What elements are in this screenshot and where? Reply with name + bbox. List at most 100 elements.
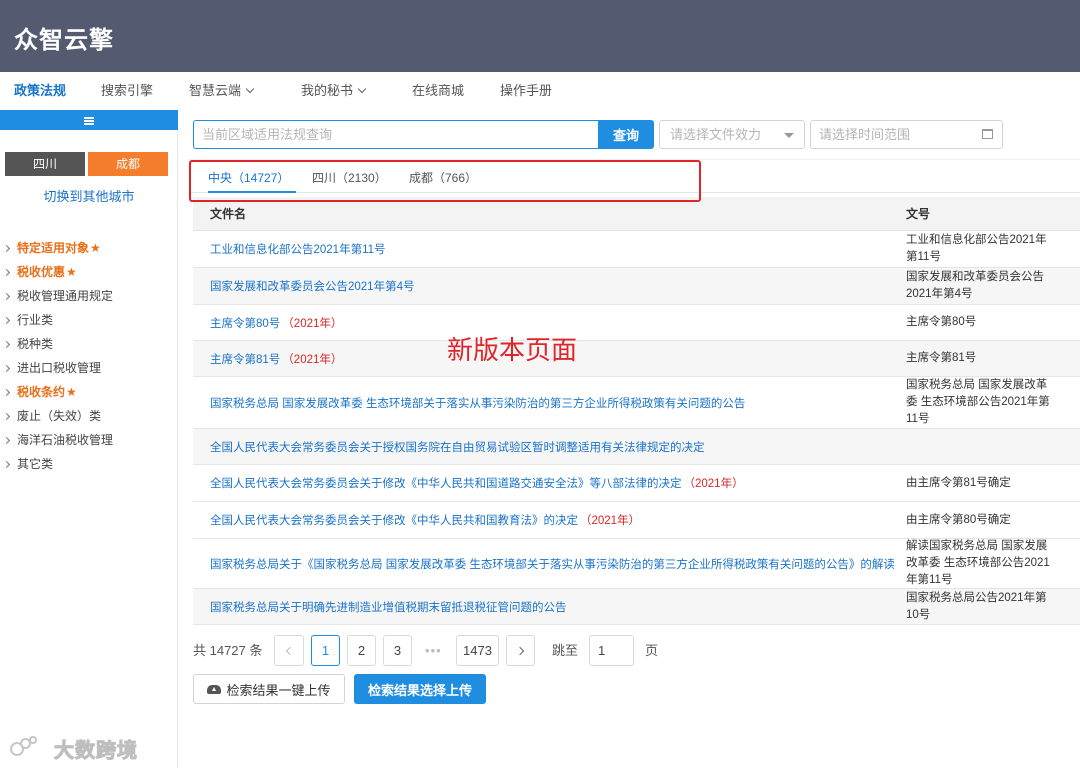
main-content: 查询 请选择文件效力 请选择时间范围 中央（14727） 四川（2130） 成都… bbox=[188, 110, 1080, 710]
file-link[interactable]: 全国人民代表大会常务委员会关于修改《中华人民共和国道路交通安全法》等八部法律的决… bbox=[210, 465, 744, 501]
category-list: 特定适用对象★ 税收优惠★ 税收管理通用规定 行业类 税种类 进出口税收管理 税… bbox=[0, 236, 113, 476]
nav-label: 我的秘书 bbox=[301, 83, 354, 98]
table-row: 国家税务总局 国家发展改革委 生态环境部关于落实从事污染防治的第三方企业所得税政… bbox=[193, 377, 1080, 429]
category-label: 海洋石油税收管理 bbox=[17, 433, 114, 447]
table-row: 国家税务总局关于《国家税务总局 国家发展改革委 生态环境部关于落实从事污染防治的… bbox=[193, 539, 1080, 589]
menu-icon bbox=[84, 117, 94, 125]
chevron-right-icon bbox=[2, 292, 11, 301]
category-label: 特定适用对象 bbox=[17, 241, 90, 255]
tab-highlight-box bbox=[189, 160, 701, 202]
chevron-right-icon bbox=[2, 460, 11, 469]
category-label: 行业类 bbox=[17, 313, 54, 327]
table-header: 文件名 文号 bbox=[193, 197, 1080, 231]
category-label: 税种类 bbox=[17, 337, 54, 351]
watermark: 大数跨境 bbox=[8, 733, 138, 763]
doc-number: 由主席令第80号确定 bbox=[906, 513, 1011, 526]
doc-number: 主席令第80号 bbox=[906, 316, 977, 328]
nav-item-smart-cloud[interactable]: 智慧云端 bbox=[189, 72, 255, 110]
category-label: 废止（失效）类 bbox=[17, 409, 102, 423]
sidebar-toggle-button[interactable] bbox=[0, 110, 178, 130]
file-link[interactable]: 国家税务总局关于《国家税务总局 国家发展改革委 生态环境部关于落实从事污染防治的… bbox=[210, 539, 895, 588]
chevron-right-icon bbox=[2, 364, 11, 373]
city-chengdu-button[interactable]: 成都 bbox=[88, 152, 168, 176]
category-label: 税收条约 bbox=[17, 385, 66, 399]
category-item[interactable]: 税收优惠★ bbox=[0, 260, 113, 284]
pagination: 共 14727 条 1 2 3 ••• 1473 跳至 页 bbox=[193, 635, 673, 666]
file-title: 主席令第80号 bbox=[210, 317, 281, 330]
time-range-picker[interactable]: 请选择时间范围 bbox=[810, 120, 1003, 149]
file-link[interactable]: 工业和信息化部公告2021年第11号 bbox=[210, 231, 386, 267]
category-label: 其它类 bbox=[17, 457, 54, 471]
doc-number: 由主席令第81号确定 bbox=[906, 476, 1011, 489]
header-doc-number: 文号 bbox=[906, 207, 931, 221]
top-header: 众智云擎 bbox=[0, 0, 1080, 72]
nav-label: 智慧云端 bbox=[189, 83, 242, 98]
category-item[interactable]: 税种类 bbox=[0, 332, 113, 356]
star-icon: ★ bbox=[66, 385, 77, 399]
star-icon: ★ bbox=[66, 265, 77, 279]
category-item[interactable]: 行业类 bbox=[0, 308, 113, 332]
switch-city-link[interactable]: 切换到其他城市 bbox=[0, 186, 178, 205]
search-input[interactable] bbox=[193, 120, 599, 149]
table-row: 国家发展和改革委员会公告2021年第4号 国家发展和改革委员会公告2021年第4… bbox=[193, 268, 1080, 305]
page-button[interactable]: 3 bbox=[383, 635, 412, 666]
doc-number: 解读国家税务总局 国家发展改革委 生态环境部公告2021年第11号 bbox=[906, 540, 1050, 586]
chevron-right-icon bbox=[2, 436, 11, 445]
page-button[interactable]: 1473 bbox=[456, 635, 499, 666]
prev-page-button[interactable] bbox=[274, 635, 304, 666]
table-row: 主席令第80号 （2021年） 主席令第80号 bbox=[193, 305, 1080, 341]
next-page-button[interactable] bbox=[506, 635, 535, 666]
file-link[interactable]: 国家税务总局 国家发展改革委 生态环境部关于落实从事污染防治的第三方企业所得税政… bbox=[210, 377, 745, 428]
file-title: 工业和信息化部公告2021年第11号 bbox=[210, 244, 386, 256]
nav-item-my-secretary[interactable]: 我的秘书 bbox=[301, 72, 367, 110]
nav-item-policy[interactable]: 政策法规 bbox=[14, 72, 66, 110]
star-icon: ★ bbox=[90, 241, 101, 255]
nav-label: 在线商城 bbox=[412, 83, 465, 98]
file-title: 国家发展和改革委员会公告2021年第4号 bbox=[210, 281, 415, 293]
nav-label: 搜索引擎 bbox=[101, 83, 154, 98]
file-link[interactable]: 主席令第80号 （2021年） bbox=[210, 305, 342, 340]
file-link[interactable]: 全国人民代表大会常务委员会关于授权国务院在自由贸易试验区暂时调整适用有关法律规定… bbox=[210, 429, 705, 464]
date-placeholder: 请选择时间范围 bbox=[819, 127, 911, 142]
page-button[interactable]: 1 bbox=[311, 635, 340, 666]
file-effect-select[interactable]: 请选择文件效力 bbox=[659, 120, 805, 149]
chevron-right-icon bbox=[2, 388, 11, 397]
table-row: 国家税务总局关于明确先进制造业增值税期末留抵退税征管问题的公告 国家税务总局公告… bbox=[193, 589, 1080, 625]
page-button[interactable]: 2 bbox=[347, 635, 376, 666]
file-link[interactable]: 国家发展和改革委员会公告2021年第4号 bbox=[210, 268, 414, 304]
page-unit-label: 页 bbox=[645, 643, 659, 658]
file-link[interactable]: 国家税务总局关于明确先进制造业增值税期末留抵退税征管问题的公告 bbox=[210, 589, 567, 624]
cloud-upload-icon bbox=[207, 684, 222, 694]
nav-item-search-engine[interactable]: 搜索引擎 bbox=[101, 72, 153, 110]
search-button[interactable]: 查询 bbox=[598, 120, 654, 149]
chevron-right-icon bbox=[2, 244, 11, 253]
nav-item-online-store[interactable]: 在线商城 bbox=[412, 72, 464, 110]
table-row: 全国人民代表大会常务委员会关于修改《中华人民共和国教育法》的决定 （2021年） … bbox=[193, 502, 1080, 539]
doc-number: 主席令第81号 bbox=[906, 352, 977, 364]
category-item[interactable]: 废止（失效）类 bbox=[0, 404, 113, 428]
category-item[interactable]: 海洋石油税收管理 bbox=[0, 428, 113, 452]
category-item[interactable]: 进出口税收管理 bbox=[0, 356, 113, 380]
chevron-right-icon bbox=[2, 268, 11, 277]
file-link[interactable]: 全国人民代表大会常务委员会关于修改《中华人民共和国教育法》的决定 （2021年） bbox=[210, 502, 640, 538]
file-title: 国家税务总局关于《国家税务总局 国家发展改革委 生态环境部关于落实从事污染防治的… bbox=[210, 558, 895, 571]
category-item[interactable]: 税收管理通用规定 bbox=[0, 284, 113, 308]
table-row: 全国人民代表大会常务委员会关于授权国务院在自由贸易试验区暂时调整适用有关法律规定… bbox=[193, 429, 1080, 465]
category-item[interactable]: 税收条约★ bbox=[0, 380, 113, 404]
file-link[interactable]: 主席令第81号 （2021年） bbox=[210, 341, 342, 376]
upload-all-button[interactable]: 检索结果一键上传 bbox=[193, 674, 345, 704]
sidebar: 四川 成都 切换到其他城市 特定适用对象★ 税收优惠★ 税收管理通用规定 行业类… bbox=[0, 110, 178, 768]
jump-label: 跳至 bbox=[552, 643, 579, 658]
jump-page-input[interactable] bbox=[589, 635, 634, 666]
table-row: 工业和信息化部公告2021年第11号 工业和信息化部公告2021年第11号 bbox=[193, 231, 1080, 268]
doc-number: 国家发展和改革委员会公告2021年第4号 bbox=[906, 271, 1044, 300]
year-tag: （2021年） bbox=[282, 317, 343, 330]
category-item[interactable]: 特定适用对象★ bbox=[0, 236, 113, 260]
city-sichuan-button[interactable]: 四川 bbox=[5, 152, 85, 176]
calendar-icon bbox=[982, 129, 993, 139]
nav-item-manual[interactable]: 操作手册 bbox=[500, 72, 552, 110]
page-ellipsis[interactable]: ••• bbox=[425, 635, 442, 666]
upload-selected-button[interactable]: 检索结果选择上传 bbox=[354, 674, 486, 704]
category-item[interactable]: 其它类 bbox=[0, 452, 113, 476]
app-logo[interactable]: 众智云擎 bbox=[14, 20, 114, 55]
